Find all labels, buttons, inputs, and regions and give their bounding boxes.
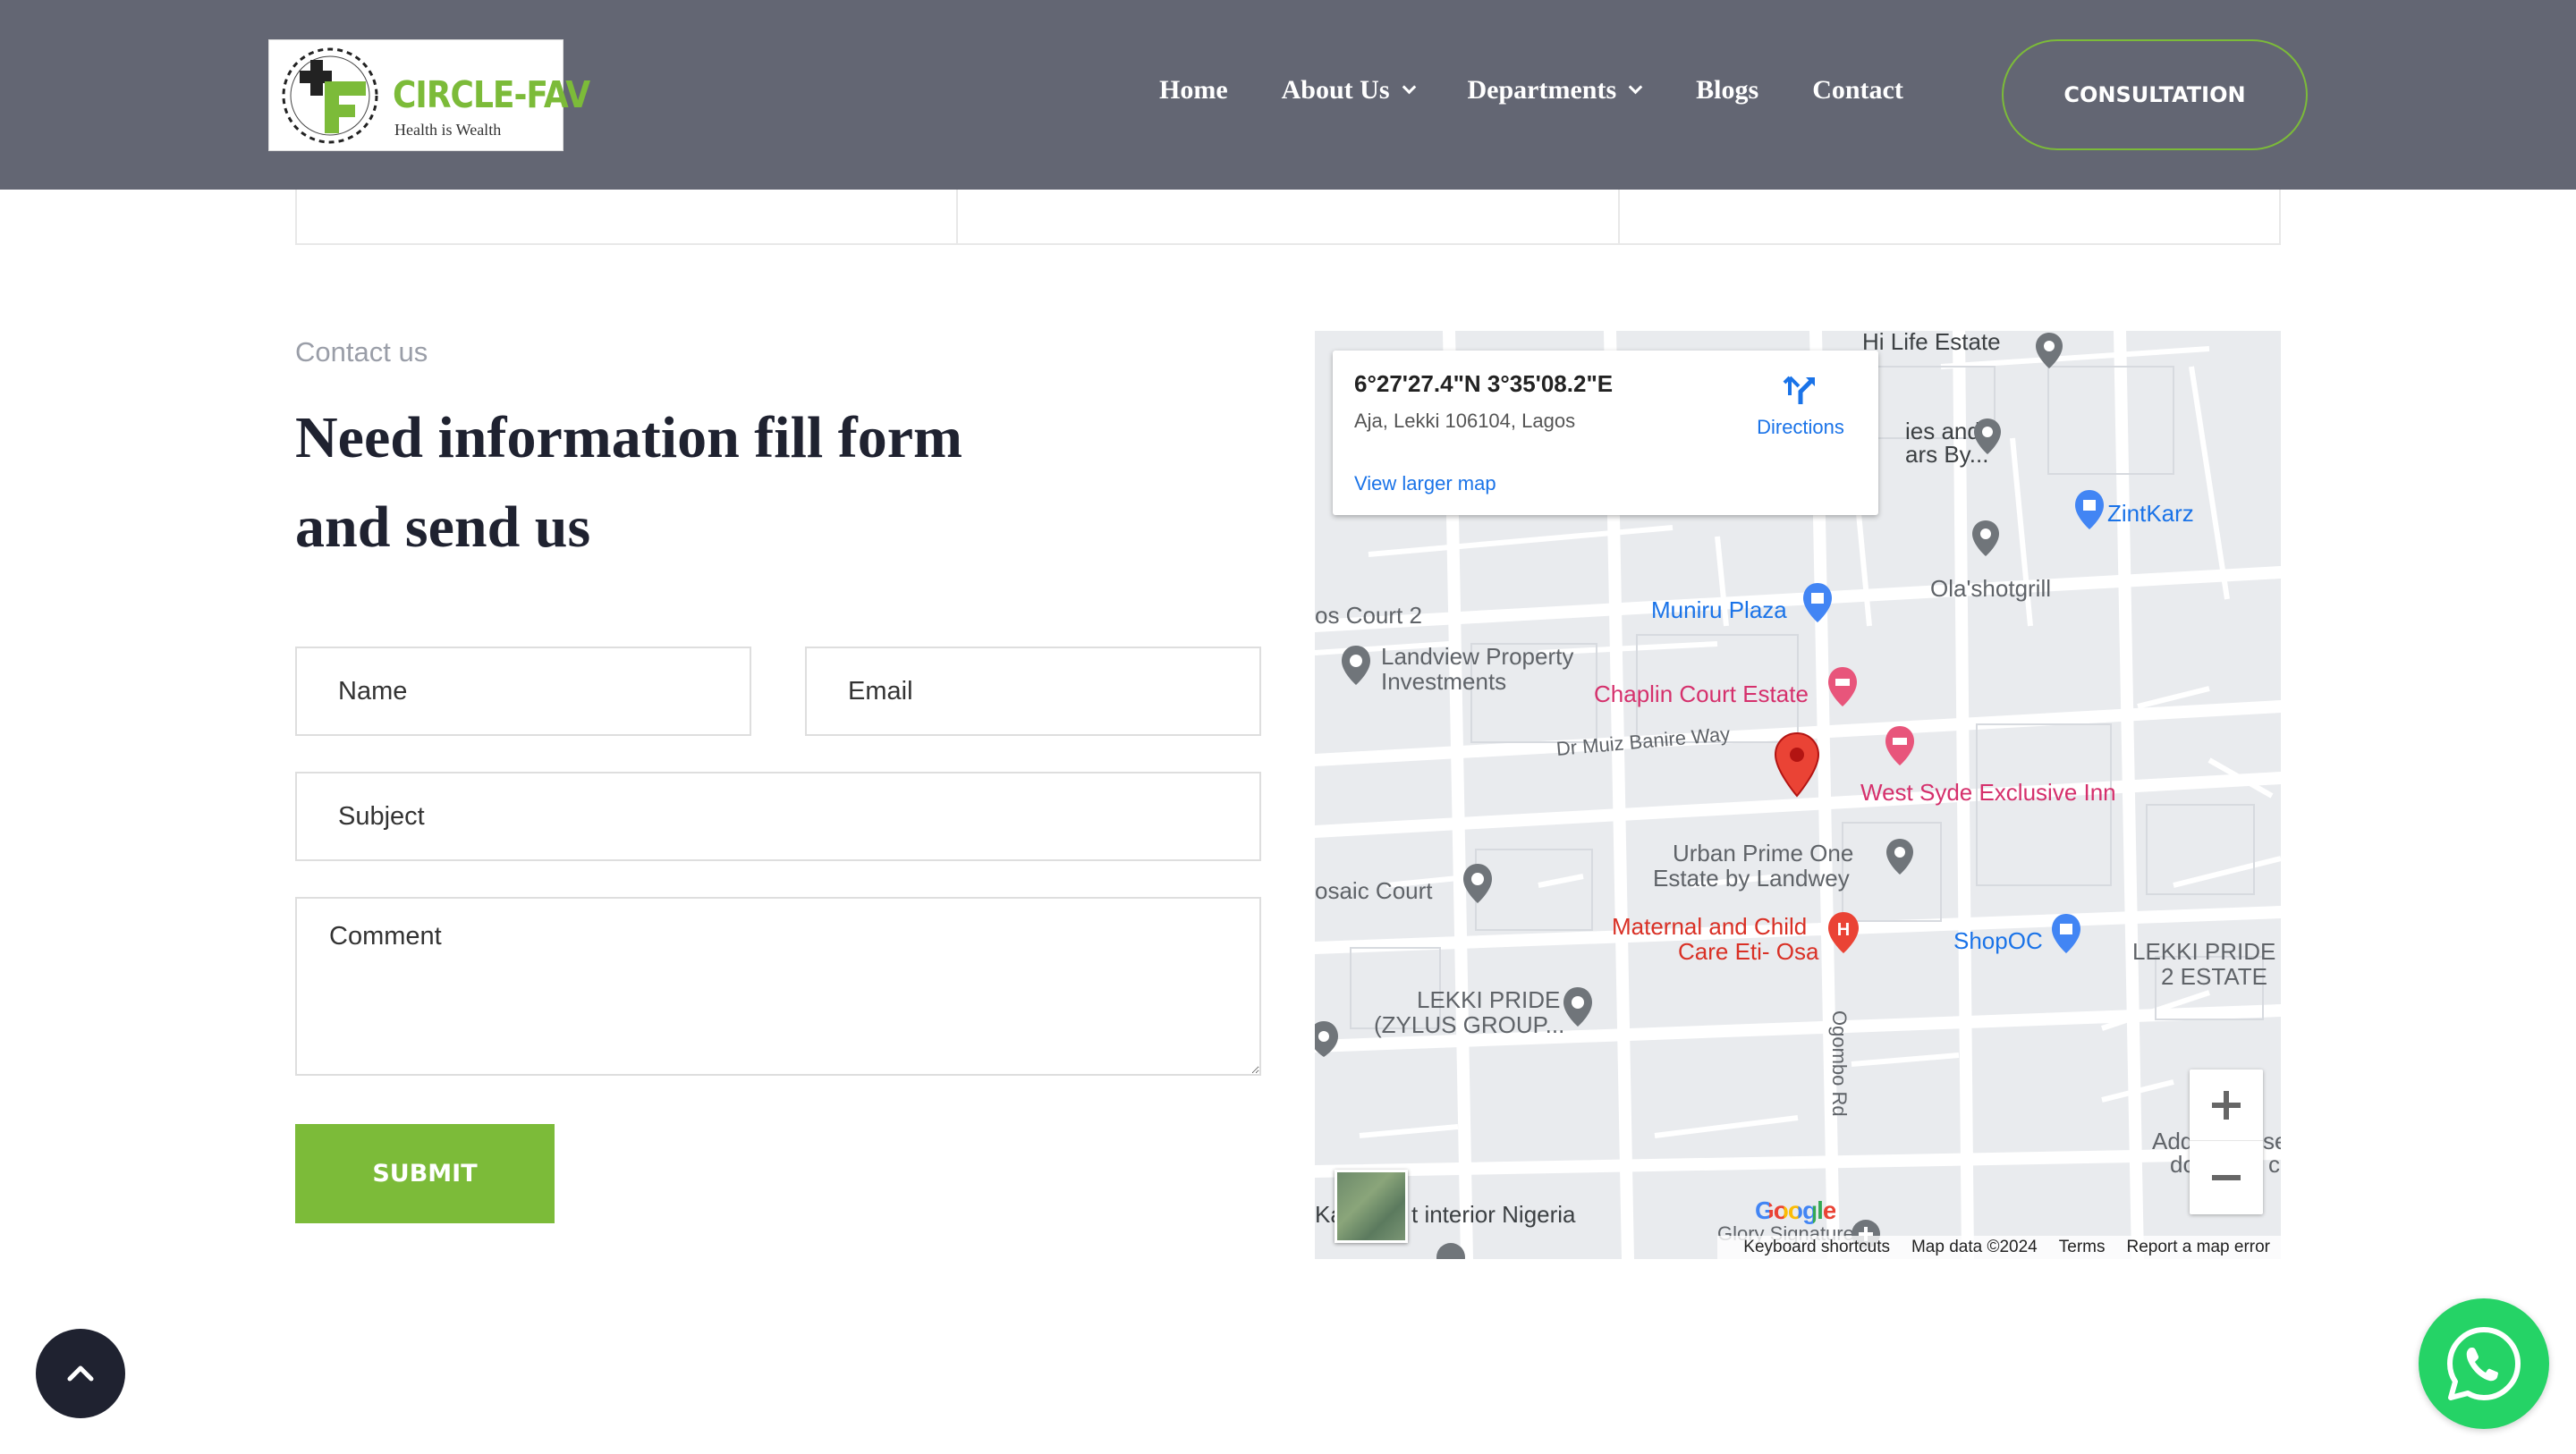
poi-label: Chaplin Court Estate <box>1594 681 1809 707</box>
nav-about-us-label: About Us <box>1281 75 1390 105</box>
poi-label: LEKKI PRIDE <box>2132 938 2276 965</box>
embedded-map[interactable]: 6°27'27.4"N 3°35'08.2"E Aja, Lekki 10610… <box>1315 331 2281 1259</box>
map-data-text: Map data ©2024 <box>1911 1238 2038 1256</box>
map-pin-icon <box>1974 418 2001 454</box>
map-pin-icon <box>1886 839 1913 875</box>
minus-icon <box>2212 1175 2241 1180</box>
poi-label: se <box>2263 1128 2281 1154</box>
submit-button[interactable]: SUBMIT <box>295 1124 555 1223</box>
logo-name: CIRCLE-FAV <box>393 74 590 117</box>
map-pin-icon <box>1436 1243 1465 1259</box>
poi-label: LEKKI PRIDE <box>1417 986 1561 1013</box>
shopping-pin-icon <box>2052 914 2080 953</box>
zoom-in-button[interactable] <box>2190 1069 2263 1141</box>
nav-departments-label: Departments <box>1467 75 1617 105</box>
directions-button[interactable]: Directions <box>1742 372 1859 439</box>
chevron-down-icon <box>1628 80 1643 94</box>
logo-tagline: Health is Wealth <box>394 121 502 139</box>
poi-label: ZintKarz <box>2107 500 2194 527</box>
poi-label: Estate by Landwey <box>1653 865 1850 892</box>
chevron-down-icon <box>1402 80 1416 94</box>
map-attribution-bar: Keyboard shortcuts Map data ©2024 Terms … <box>1717 1236 2281 1259</box>
poi-label: ShopOC <box>1953 927 2043 954</box>
hotel-pin-icon <box>1885 726 1914 765</box>
poi-label: West Syde Exclusive Inn <box>1860 779 2116 806</box>
nav-about-us[interactable]: About Us <box>1281 75 1416 106</box>
map-pin-icon <box>1342 646 1370 685</box>
scroll-to-top-button[interactable] <box>36 1329 125 1418</box>
poi-label: Urban Prime One <box>1673 840 1854 866</box>
table-cell <box>958 190 1620 243</box>
nav-contact[interactable]: Contact <box>1812 75 1903 106</box>
consultation-button[interactable]: CONSULTATION <box>2002 39 2308 150</box>
poi-label: Care Eti- Osa <box>1678 938 1819 965</box>
map-pin-icon <box>1463 864 1492 903</box>
street-label: Ogombo Rd <box>1828 1010 1851 1117</box>
main-nav: Home About Us Departments Blogs Contact <box>1159 75 1903 106</box>
plus-icon <box>2212 1090 2241 1120</box>
logo-emblem-icon <box>282 47 378 144</box>
poi-label: 2 ESTATE <box>2161 963 2267 990</box>
site-logo[interactable]: CIRCLE-FAV Health is Wealth <box>268 39 590 151</box>
poi-label: Muniru Plaza <box>1651 596 1787 623</box>
map-address: Aja, Lekki 106104, Lagos <box>1354 410 1576 432</box>
table-bottom-edge <box>295 190 2281 245</box>
whatsapp-chat-button[interactable] <box>2419 1298 2549 1429</box>
table-cell <box>1620 190 2279 243</box>
poi-label: t interior Nigeria <box>1411 1201 1576 1228</box>
poi-label: Hi Life Estate <box>1862 331 2001 355</box>
zoom-controls <box>2190 1069 2263 1214</box>
google-logo-text: Google <box>1755 1196 1836 1224</box>
map-pin-icon <box>2036 333 2063 368</box>
view-larger-map-link[interactable]: View larger map <box>1354 472 1496 495</box>
satellite-toggle-button[interactable] <box>1335 1170 1408 1243</box>
shopping-pin-icon <box>2075 490 2104 529</box>
google-logo: Google <box>1755 1196 1836 1225</box>
email-input[interactable] <box>805 647 1261 736</box>
heading-line-1: Need information fill form <box>295 405 963 470</box>
comment-textarea[interactable] <box>295 897 1261 1076</box>
table-cell <box>297 190 959 243</box>
nav-departments[interactable]: Departments <box>1467 75 1643 106</box>
hospital-pin-icon: H <box>1828 912 1859 953</box>
nav-blogs[interactable]: Blogs <box>1696 75 1758 106</box>
poi-label: osaic Court <box>1315 877 1433 904</box>
poi-label: (ZYLUS GROUP... <box>1374 1011 1565 1038</box>
section-heading: Need information fill form and send us <box>295 393 1100 572</box>
map-pin-icon <box>1563 987 1592 1027</box>
hotel-pin-icon <box>1828 667 1857 706</box>
svg-text:H: H <box>1837 920 1850 940</box>
shopping-pin-icon <box>1803 583 1832 622</box>
whatsapp-icon <box>2447 1327 2521 1400</box>
nav-blogs-label: Blogs <box>1696 75 1759 105</box>
poi-label: Ola'shotgrill <box>1930 575 2052 602</box>
chevron-up-icon <box>67 1365 94 1382</box>
section-eyebrow: Contact us <box>295 336 428 368</box>
poi-label: Maternal and Child <box>1612 913 1808 940</box>
report-map-error-link[interactable]: Report a map error <box>2126 1238 2270 1257</box>
poi-label: os Court 2 <box>1315 602 1422 629</box>
nav-home-label: Home <box>1159 75 1228 105</box>
site-header: CIRCLE-FAV Health is Wealth Home About U… <box>0 0 2576 190</box>
map-coordinates: 6°27'27.4"N 3°35'08.2"E <box>1354 370 1614 397</box>
poi-label: c <box>2268 1151 2280 1178</box>
subject-input[interactable] <box>295 772 1261 861</box>
poi-label: Investments <box>1381 668 1507 695</box>
directions-label: Directions <box>1757 416 1844 438</box>
nav-home[interactable]: Home <box>1159 75 1228 106</box>
name-input[interactable] <box>295 647 751 736</box>
poi-label: ies and <box>1905 418 1980 444</box>
map-info-window: 6°27'27.4"N 3°35'08.2"E Aja, Lekki 10610… <box>1333 351 1878 515</box>
nav-contact-label: Contact <box>1812 75 1903 105</box>
poi-label: Add <box>2152 1128 2194 1154</box>
directions-icon <box>1783 376 1815 404</box>
keyboard-shortcuts-link[interactable]: Keyboard shortcuts <box>1743 1238 1890 1257</box>
map-pin-icon <box>1972 520 1999 556</box>
zoom-out-button[interactable] <box>2190 1142 2263 1213</box>
poi-label: Landview Property <box>1381 643 1574 670</box>
terms-link[interactable]: Terms <box>2059 1238 2106 1257</box>
heading-line-2: and send us <box>295 495 591 560</box>
location-marker-icon <box>1774 731 1820 798</box>
school-pin-icon <box>1315 1021 1338 1057</box>
